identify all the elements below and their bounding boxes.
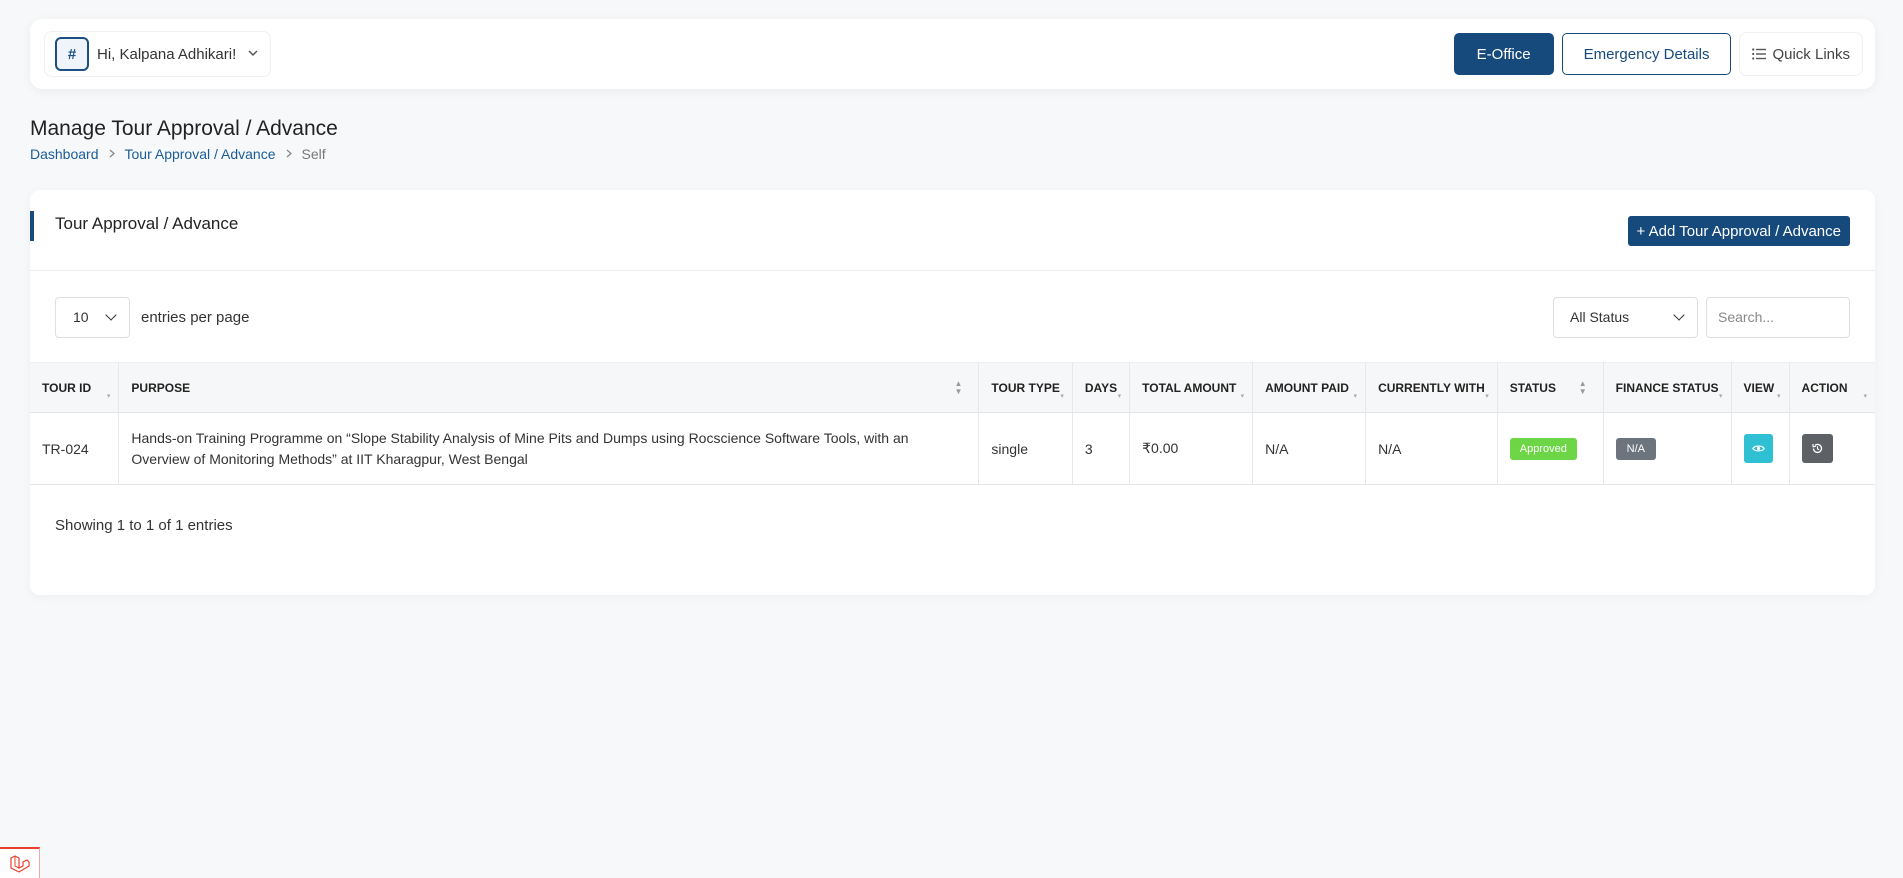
eye-icon — [1751, 445, 1765, 452]
col-total-amount[interactable]: TOTAL AMOUNT ▾ — [1129, 362, 1254, 413]
entries-value: 10 — [73, 309, 89, 325]
chevron-down-icon — [248, 48, 258, 60]
header-actions: E-Office Emergency Details Quick Links — [1453, 32, 1863, 76]
table-info: Showing 1 to 1 of 1 entries — [55, 517, 233, 534]
col-status[interactable]: STATUS ▲ ▼ — [1497, 362, 1604, 413]
list-icon — [1752, 48, 1767, 60]
chevron-right-icon — [286, 147, 292, 161]
filter-controls: All Status — [1553, 296, 1850, 338]
card-header: Tour Approval / Advance + Add Tour Appro… — [30, 190, 1875, 271]
status-badge: Approved — [1509, 437, 1577, 460]
breadcrumb: Dashboard Tour Approval / Advance Self — [30, 146, 326, 162]
status-filter-value: All Status — [1570, 309, 1630, 325]
entries-per-page-select[interactable]: 10 — [55, 296, 130, 338]
breadcrumb-current: Self — [301, 146, 326, 162]
status-filter-select[interactable]: All Status — [1553, 296, 1698, 338]
cell-status: Approved — [1497, 412, 1604, 485]
col-tour-type[interactable]: TOUR TYPE ▾ — [978, 362, 1073, 413]
avatar: # — [55, 37, 89, 71]
col-action[interactable]: ACTION ▾ — [1789, 362, 1875, 413]
cell-finance-status: N/A — [1603, 412, 1732, 485]
table-header-row: TOUR ID ▾ PURPOSE ▲ ▼ TOUR TYPE ▾ DAYS ▾ TOTA… — [30, 362, 1875, 413]
finance-status-badge: N/A — [1615, 437, 1656, 460]
col-days[interactable]: DAYS ▾ — [1072, 362, 1131, 413]
col-view[interactable]: VIEW ▾ — [1731, 362, 1790, 413]
tour-approval-card: Tour Approval / Advance + Add Tour Appro… — [30, 190, 1875, 595]
view-button[interactable] — [1743, 434, 1773, 463]
user-greeting: Hi, Kalpana Adhikari! — [97, 45, 237, 63]
card-title: Tour Approval / Advance — [55, 214, 239, 233]
quick-links-button[interactable]: Quick Links — [1739, 32, 1863, 76]
eoffice-button[interactable]: E-Office — [1453, 33, 1554, 75]
cell-tour-type: single — [978, 412, 1073, 485]
laravel-logo-icon[interactable] — [0, 847, 40, 878]
history-icon — [1811, 443, 1822, 454]
cell-tour-id: TR-024 — [30, 412, 120, 485]
tour-table: TOUR ID ▾ PURPOSE ▲ ▼ TOUR TYPE ▾ DAYS ▾ TOTA… — [30, 362, 1875, 485]
quick-links-label: Quick Links — [1772, 45, 1850, 63]
page-title: Manage Tour Approval / Advance — [30, 117, 338, 140]
cell-action — [1789, 412, 1875, 485]
chevron-down-icon — [1673, 309, 1685, 321]
emergency-details-button[interactable]: Emergency Details — [1561, 33, 1732, 75]
entries-length: 10 entries per page — [55, 296, 250, 338]
top-header: # Hi, Kalpana Adhikari! E-Office Emergen… — [30, 19, 1875, 89]
add-tour-approval-button[interactable]: + Add Tour Approval / Advance — [1627, 216, 1850, 246]
col-finance-status[interactable]: FINANCE STATUS ▾ — [1603, 362, 1732, 413]
cell-days: 3 — [1072, 412, 1131, 485]
table-row: TR-024 Hands-on Training Programme on “S… — [30, 412, 1875, 485]
cell-purpose: Hands-on Training Programme on “Slope St… — [118, 412, 980, 485]
cell-total-amount: ₹0.00 — [1129, 412, 1254, 485]
chevron-right-icon — [109, 147, 115, 161]
card-accent-bar — [30, 211, 34, 241]
table-controls: 10 entries per page All Status — [55, 296, 1850, 338]
col-purpose[interactable]: PURPOSE ▲ ▼ — [118, 362, 980, 413]
history-button[interactable] — [1801, 434, 1833, 463]
cell-currently-with: N/A — [1365, 412, 1498, 485]
breadcrumb-tour-approval[interactable]: Tour Approval / Advance — [125, 146, 276, 162]
user-menu[interactable]: # Hi, Kalpana Adhikari! — [44, 31, 272, 77]
col-tour-id[interactable]: TOUR ID ▾ — [30, 362, 120, 413]
col-currently-with[interactable]: CURRENTLY WITH ▾ — [1365, 362, 1498, 413]
col-amount-paid[interactable]: AMOUNT PAID ▾ — [1252, 362, 1367, 413]
cell-amount-paid: N/A — [1252, 412, 1367, 485]
breadcrumb-dashboard[interactable]: Dashboard — [30, 146, 99, 162]
search-input[interactable] — [1706, 296, 1850, 338]
entries-label: entries per page — [141, 308, 250, 326]
chevron-down-icon — [105, 309, 117, 321]
cell-view — [1731, 412, 1790, 485]
